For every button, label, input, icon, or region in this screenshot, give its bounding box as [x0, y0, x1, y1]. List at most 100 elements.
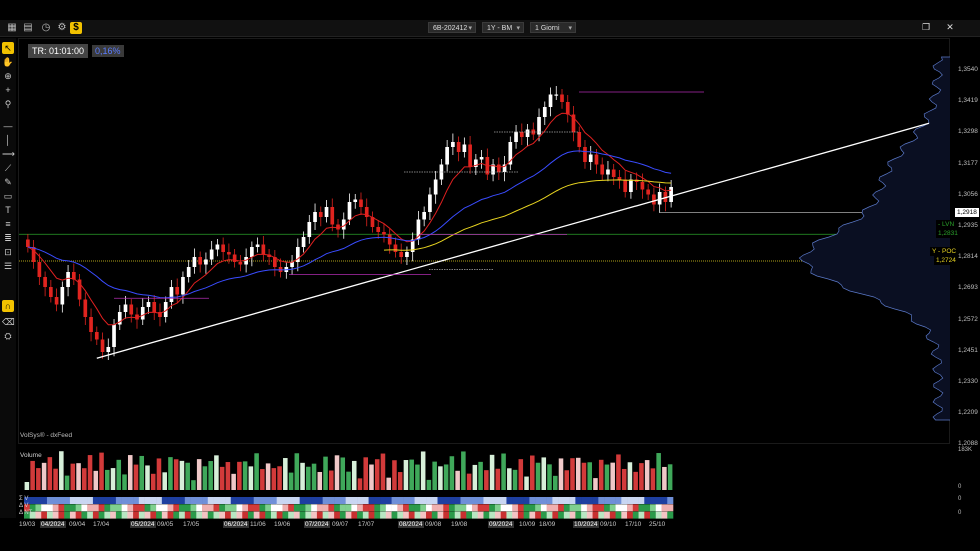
heatmap-cell — [69, 497, 76, 504]
volume-bar — [478, 461, 483, 490]
range-select[interactable]: 1Y - BM ▾ — [482, 22, 524, 33]
heatmap-cell — [414, 511, 421, 519]
clock-icon[interactable]: ◷ — [40, 22, 52, 34]
heatmap-cell — [512, 511, 519, 519]
heatmap-cell — [546, 497, 553, 504]
anchor-icon[interactable]: ⚲ — [2, 98, 14, 110]
candle-body — [629, 179, 633, 192]
heatmap-cell — [552, 511, 559, 519]
interval-select[interactable]: 1 Giorni ▾ — [530, 22, 576, 33]
heatmap-cell — [104, 504, 111, 512]
heatmap-cell — [121, 504, 128, 512]
heatmap-cell — [609, 504, 616, 512]
brush-icon[interactable]: ✎ — [2, 176, 14, 188]
volume-bar — [564, 470, 570, 490]
heatmap-cell — [500, 511, 507, 519]
fibonacci-icon[interactable]: ≡ — [2, 218, 14, 230]
cursor-icon[interactable]: ↖ — [2, 42, 14, 54]
heatmap-cell — [443, 504, 450, 512]
heatmap-cell — [293, 511, 300, 519]
heatmap-cell — [632, 504, 639, 512]
volume-bar — [196, 459, 202, 490]
candle-body — [49, 287, 53, 297]
candle-body — [347, 202, 352, 220]
restore-window-icon[interactable]: ❐ — [920, 22, 932, 33]
heatmap-cell — [540, 504, 547, 512]
heatmap-cell — [133, 497, 140, 504]
horizontal-line-icon[interactable]: — — [2, 120, 14, 132]
price-axis[interactable]: 1,3540 1,3419 1,3298 1,3177 1,3056 1,2935 1,28… — [950, 38, 980, 518]
heatmap-cell — [339, 511, 346, 519]
heatmap-cell — [242, 504, 249, 512]
heatmap-cell — [535, 497, 542, 504]
heatmap-cell — [563, 511, 570, 519]
volume-bar — [288, 472, 294, 490]
heatmap-cell — [64, 504, 71, 512]
crosshair-icon[interactable]: + — [2, 84, 14, 96]
heatmap-cell — [110, 511, 117, 519]
heatmap-cell — [426, 497, 433, 504]
heatmap-cell — [276, 497, 283, 504]
layout-icon[interactable]: ▤ — [22, 22, 34, 34]
candle-body — [382, 232, 386, 235]
price-chart[interactable] — [18, 38, 952, 444]
heatmap-cell — [454, 511, 461, 519]
heatmap-cell — [345, 497, 352, 504]
heatmap-cell — [316, 497, 323, 504]
trendline-icon[interactable]: ⟋ — [2, 162, 14, 174]
candle-body — [577, 132, 582, 147]
heatmap-cell — [167, 504, 174, 512]
magnet-icon[interactable]: ∩ — [2, 300, 14, 312]
vertical-line-icon[interactable]: │ — [2, 134, 14, 146]
lock-icon[interactable]: ⛭ — [2, 330, 14, 342]
volume-pane — [24, 451, 673, 490]
heatmap-cell — [529, 504, 536, 512]
heatmap-cell — [454, 504, 461, 512]
measure-icon[interactable]: ⊡ — [2, 246, 14, 258]
volume-bar — [99, 452, 104, 490]
volume-bar — [294, 453, 300, 490]
grid-icon[interactable]: ▦ — [6, 22, 18, 34]
candle-body — [554, 94, 559, 96]
heatmap-cell — [655, 504, 662, 512]
contract-select[interactable]: 6B-202412 ▾ — [428, 22, 476, 33]
heatmap-cell — [627, 504, 634, 512]
heatmap-cell — [167, 497, 174, 504]
zoom-icon[interactable]: ⊕ — [2, 70, 14, 82]
close-icon[interactable]: ✕ — [944, 22, 956, 33]
channel-icon[interactable]: ≣ — [2, 232, 14, 244]
volume-bar — [133, 464, 139, 490]
dollar-icon[interactable]: $ — [70, 22, 82, 34]
candle-body — [646, 189, 650, 195]
ray-icon[interactable]: ⟶ — [2, 148, 15, 160]
heatmap-cell — [259, 511, 266, 519]
heatmap-cell — [196, 497, 203, 504]
candle-body — [181, 277, 185, 295]
settings-icon[interactable]: ⚙ — [56, 22, 68, 34]
date-tick-label: 05/2024 — [130, 521, 156, 528]
eraser-icon[interactable]: ⌫ — [2, 316, 15, 328]
heatmap-cell — [144, 511, 151, 519]
volume-bar — [484, 470, 489, 490]
volume-bar — [122, 474, 127, 490]
heatmap-cell — [288, 511, 295, 519]
heatmap-cell — [523, 497, 530, 504]
date-axis[interactable]: 19/03 04/2024 09/04 17/04 05/2024 09/05 17/05 0… — [18, 519, 950, 531]
heatmap-cell — [150, 511, 157, 519]
volume-bar — [328, 470, 334, 490]
hand-icon[interactable]: ✋ — [2, 56, 14, 68]
candle-body — [652, 194, 656, 205]
candle-body — [227, 252, 231, 255]
candle-body — [37, 262, 42, 277]
heatmap-cell — [144, 497, 151, 504]
heatmap-cell — [305, 504, 312, 512]
heatmap-cell — [276, 504, 283, 512]
heatmap-cell — [586, 497, 593, 504]
heatmap-cell — [449, 511, 456, 519]
rectangle-icon[interactable]: ▭ — [2, 190, 14, 202]
heatmap-cell — [380, 511, 387, 519]
text-icon[interactable]: T — [2, 204, 14, 216]
volume-bar — [47, 457, 53, 490]
profile-icon[interactable]: ☰ — [2, 260, 14, 272]
candle-body — [399, 252, 404, 257]
